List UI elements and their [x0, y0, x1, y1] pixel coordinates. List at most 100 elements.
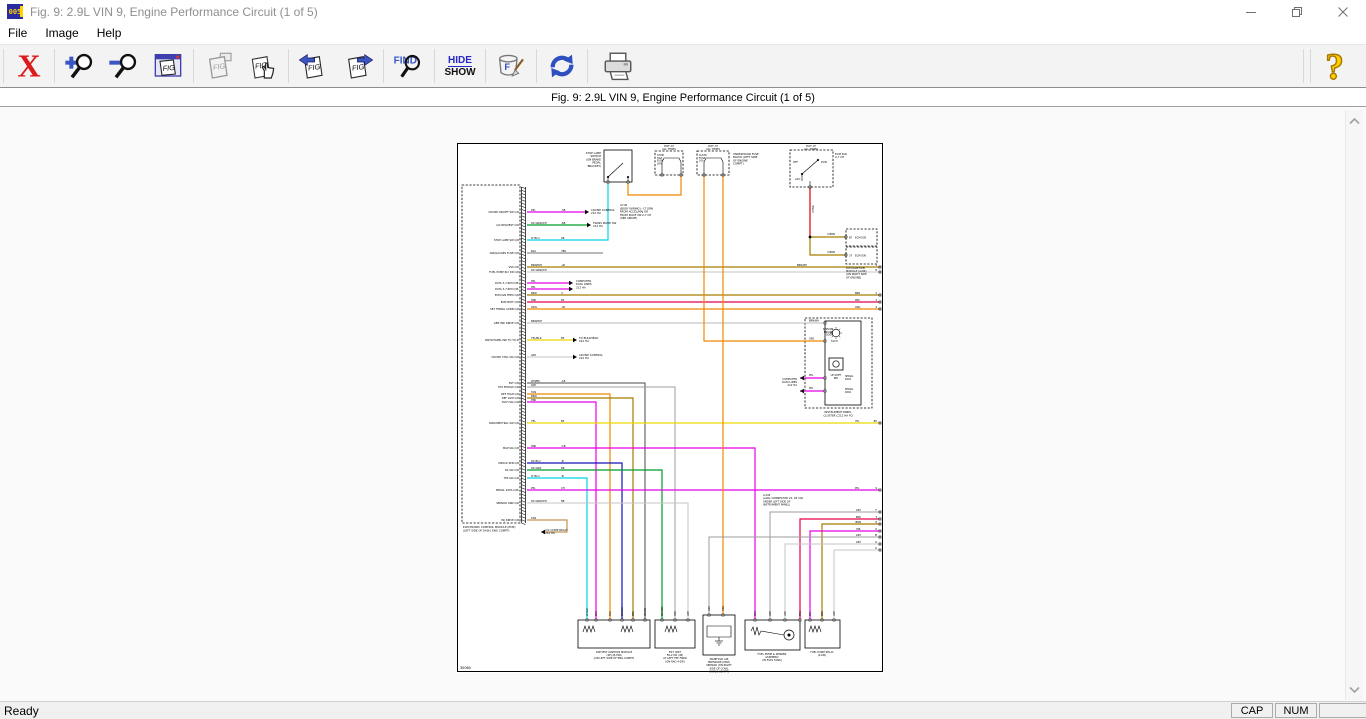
- svg-text:WH/BK: WH/BK: [531, 379, 540, 383]
- svg-text:GRY: GRY: [769, 611, 772, 616]
- minimize-button[interactable]: [1228, 0, 1274, 23]
- svg-text:INSTRUMENT PANELCLUSTER C212 H: INSTRUMENT PANELCLUSTER C212 HA FQ: [823, 410, 852, 417]
- pan-figure-button[interactable]: FIG: [241, 47, 285, 85]
- zoom-in-icon: [63, 50, 97, 82]
- svg-text:HOT ATALL TIMES: HOT ATALL TIMES: [804, 144, 818, 151]
- svg-text:ECM IGN FEED C/R: ECM IGN FEED C/R: [495, 293, 519, 297]
- clean-view-button[interactable]: F: [489, 47, 533, 85]
- find-button[interactable]: FIND: [387, 47, 431, 85]
- svg-text:DIST/IGNITIONMODULE (4-DR)(ON: DIST/IGNITIONMODULE (4-DR)(ON RIGHT SIDE…: [846, 266, 867, 279]
- svg-text:BRN: BRN: [855, 520, 861, 524]
- svg-text:4 BRN: 4 BRN: [827, 232, 835, 236]
- print-button[interactable]: [591, 47, 645, 85]
- refresh-button[interactable]: [540, 47, 584, 85]
- toolbar-separator: [536, 49, 537, 83]
- svg-text:STOP LAMP SW C/R: STOP LAMP SW C/R: [494, 238, 519, 242]
- svg-text:ELECTRONIC CONTROL MODULE (ECM: ELECTRONIC CONTROL MODULE (ECM)(LEFT SID…: [463, 525, 515, 532]
- svg-text:VSS C/R: VSS C/R: [509, 265, 520, 269]
- close-figure-button[interactable]: X: [7, 47, 51, 85]
- figure-caption-bar: Fig. 9: 2.9L VIN 9, Engine Performance C…: [0, 89, 1366, 107]
- fit-figure-window-button[interactable]: FIG: [146, 47, 190, 85]
- status-message: Ready: [0, 704, 39, 718]
- menu-file[interactable]: File: [0, 24, 36, 43]
- svg-text:-1B: -1B: [561, 379, 566, 383]
- svg-text:1: 1: [875, 263, 877, 267]
- svg-text:FUEL PUMP & SENDERASSEMBLY(IN: FUEL PUMP & SENDERASSEMBLY(IN FUEL TANK): [758, 652, 787, 662]
- svg-text:CRUISE CONTROL212 HA: CRUISE CONTROL212 HA: [579, 353, 603, 360]
- svg-text:GRY: GRY: [856, 508, 862, 512]
- svg-text:ECM IGN2-7 CH: ECM IGN2-7 CH: [835, 152, 847, 159]
- zoom-out-button[interactable]: [102, 47, 146, 85]
- restore-button[interactable]: [1274, 0, 1320, 23]
- svg-text:LT BLU: LT BLU: [531, 236, 540, 240]
- svg-text:-8B: -8B: [561, 221, 566, 225]
- svg-text:BRN: BRN: [632, 611, 635, 616]
- figure-hand-icon: FIG: [246, 50, 280, 82]
- vertical-scrollbar[interactable]: [1345, 110, 1363, 700]
- svg-text:TPS SIG C/R: TPS SIG C/R: [504, 476, 520, 480]
- svg-text:TACH SIG C/R: TACH SIG C/R: [502, 400, 520, 404]
- svg-text:7B0: 7B0: [561, 249, 566, 253]
- svg-text:ACC: ACC: [795, 177, 801, 181]
- svg-text:2B: 2B: [561, 236, 565, 240]
- svg-text:M: M: [875, 533, 877, 537]
- svg-text:OFF: OFF: [793, 160, 799, 164]
- svg-text:RUN: RUN: [821, 160, 827, 164]
- restore-icon: [1288, 3, 1306, 21]
- help-button[interactable]: ?: [1314, 47, 1358, 85]
- svg-text:37: 37: [849, 254, 853, 258]
- svg-text:F: F: [876, 508, 878, 512]
- svg-text:EST BYPASS C/R: EST BYPASS C/R: [498, 385, 519, 389]
- svg-text:ECM BATT C/R: ECM BATT C/R: [501, 300, 519, 304]
- zoom-in-button[interactable]: [58, 47, 102, 85]
- menu-image[interactable]: Image: [36, 24, 87, 43]
- minimize-icon: [1242, 3, 1260, 21]
- figure-previous-icon: FIG: [297, 50, 331, 82]
- svg-text:HOT ATALL TIMES: HOT ATALL TIMES: [662, 144, 676, 151]
- svg-text:PPL: PPL: [531, 486, 536, 490]
- svg-text:PNK: PNK: [855, 299, 860, 302]
- svg-text:CH: CH: [561, 486, 565, 490]
- document-viewport[interactable]: 30060CRUISE ON/OFF SW C/RA/C REQUEST C/R…: [0, 107, 1366, 701]
- svg-text:B5: B5: [561, 419, 565, 423]
- scroll-up-arrow-icon[interactable]: [1346, 112, 1363, 129]
- svg-text:PPL: PPL: [531, 208, 536, 212]
- svg-text:F: F: [504, 62, 510, 72]
- close-button[interactable]: [1320, 0, 1366, 23]
- svg-text:UP SHIFTIND: UP SHIFTIND: [831, 374, 842, 380]
- svg-text:COMPUTERDATA LINES212 HA: COMPUTERDATA LINES212 HA: [782, 377, 797, 387]
- wiring-diagram[interactable]: 30060CRUISE ON/OFF SW C/RA/C REQUEST C/R…: [457, 143, 884, 673]
- svg-text:MANIFOLD AIRPRESSURE (MAP)SENS: MANIFOLD AIRPRESSURE (MAP)SENSOR (ON RIG…: [706, 657, 732, 673]
- svg-text:3 PNK: 3 PNK: [811, 205, 815, 213]
- svg-text:BRN/WH: BRN/WH: [809, 320, 819, 323]
- svg-text:TAN: TAN: [609, 611, 612, 616]
- find-icon: FIND: [390, 50, 428, 82]
- svg-text:STOP LAMPSWITCH(ON BRAKEPEDALB: STOP LAMPSWITCH(ON BRAKEPEDALBRACKET): [586, 151, 602, 168]
- previous-figure-button[interactable]: FIG: [292, 47, 336, 85]
- toolbar: X FIG FIG: [0, 44, 1366, 88]
- svg-text:YEL: YEL: [855, 420, 860, 423]
- svg-text:GEN IND DRIVE C/R: GEN IND DRIVE C/R: [494, 321, 519, 325]
- svg-text:SET TIMING CONN C/R: SET TIMING CONN C/R: [490, 307, 519, 311]
- svg-text:GRY: GRY: [784, 611, 787, 616]
- svg-text:HOT ATALL TIMES: HOT ATALL TIMES: [706, 144, 720, 151]
- svg-text:GRY: GRY: [856, 533, 862, 537]
- svg-text:COMPUTERDATA LINES212 HA: COMPUTERDATA LINES212 HA: [576, 279, 592, 289]
- hide-show-button[interactable]: HIDE SHOW: [438, 47, 482, 85]
- svg-text:GRY: GRY: [856, 540, 862, 544]
- svg-text:B5: B5: [874, 419, 878, 423]
- svg-text:WH/BK: WH/BK: [644, 607, 647, 616]
- copy-figure-button-disabled[interactable]: FIG: [197, 47, 241, 85]
- svg-text:DIST/EST IGNITION MODULE(4P) (: DIST/EST IGNITION MODULE(4P) (B-PIN)(ON …: [594, 650, 635, 660]
- toolbar-separator: [288, 49, 289, 83]
- svg-text:FUEL PUMP RELAY(2-DR): FUEL PUMP RELAY(2-DR): [810, 650, 834, 657]
- svg-text:PPL: PPL: [531, 285, 536, 289]
- next-figure-button[interactable]: FIG: [336, 47, 380, 85]
- svg-text:YEL: YEL: [531, 419, 536, 423]
- figure-window-icon: FIG: [151, 50, 185, 82]
- svg-text:8B: 8B: [561, 499, 565, 503]
- menu-help[interactable]: Help: [88, 24, 131, 43]
- svg-text:DK GRN/WH: DK GRN/WH: [531, 268, 547, 272]
- toolbar-separator: [1310, 49, 1311, 83]
- scroll-down-arrow-icon[interactable]: [1346, 681, 1363, 698]
